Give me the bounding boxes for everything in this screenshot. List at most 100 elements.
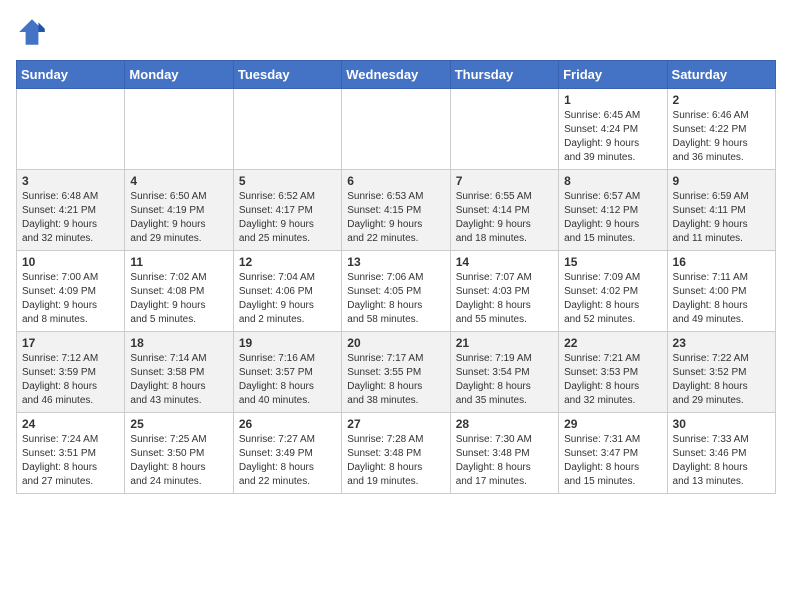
- day-info: Sunrise: 7:27 AM Sunset: 3:49 PM Dayligh…: [239, 433, 336, 489]
- day-number: 24: [22, 417, 119, 431]
- col-header-monday: Monday: [125, 61, 233, 89]
- calendar-cell: [17, 89, 125, 170]
- calendar-cell: 9 Sunrise: 6:59 AM Sunset: 4:11 PM Daylig…: [667, 170, 775, 251]
- calendar-cell: 26 Sunrise: 7:27 AM Sunset: 3:49 PM Dayli…: [233, 413, 341, 494]
- day-info: Sunrise: 6:57 AM Sunset: 4:12 PM Dayligh…: [564, 190, 661, 246]
- calendar-cell: 5Sunrise: 6:52 AM Sunset: 4:17 PM Daylig…: [233, 170, 341, 251]
- day-number: 3: [22, 174, 119, 188]
- day-info: Sunrise: 7:11 AM Sunset: 4:00 PM Dayligh…: [673, 271, 770, 327]
- calendar-cell: 27 Sunrise: 7:28 AM Sunset: 3:48 PM Dayli…: [342, 413, 450, 494]
- calendar-cell: 14 Sunrise: 7:07 AM Sunset: 4:03 PM Dayli…: [450, 251, 558, 332]
- day-number: 5: [239, 174, 336, 188]
- day-info: Sunrise: 7:07 AM Sunset: 4:03 PM Dayligh…: [456, 271, 553, 327]
- col-header-thursday: Thursday: [450, 61, 558, 89]
- day-info: Sunrise: 7:30 AM Sunset: 3:48 PM Dayligh…: [456, 433, 553, 489]
- day-number: 23: [673, 336, 770, 350]
- week-row-3: 17 Sunrise: 7:12 AM Sunset: 3:59 PM Dayli…: [17, 332, 776, 413]
- day-info: Sunrise: 7:19 AM Sunset: 3:54 PM Dayligh…: [456, 352, 553, 408]
- day-number: 11: [130, 255, 227, 269]
- day-info: Sunrise: 6:50 AM Sunset: 4:19 PM Dayligh…: [130, 190, 227, 246]
- day-number: 18: [130, 336, 227, 350]
- day-number: 26: [239, 417, 336, 431]
- day-info: Sunrise: 6:45 AM Sunset: 4:24 PM Dayligh…: [564, 109, 661, 165]
- day-info: Sunrise: 7:17 AM Sunset: 3:55 PM Dayligh…: [347, 352, 444, 408]
- calendar-cell: 17 Sunrise: 7:12 AM Sunset: 3:59 PM Dayli…: [17, 332, 125, 413]
- calendar-cell: 16 Sunrise: 7:11 AM Sunset: 4:00 PM Dayli…: [667, 251, 775, 332]
- calendar-cell: 6 Sunrise: 6:53 AM Sunset: 4:15 PM Daylig…: [342, 170, 450, 251]
- day-info: Sunrise: 7:24 AM Sunset: 3:51 PM Dayligh…: [22, 433, 119, 489]
- calendar-cell: 8 Sunrise: 6:57 AM Sunset: 4:12 PM Daylig…: [559, 170, 667, 251]
- day-info: Sunrise: 7:16 AM Sunset: 3:57 PM Dayligh…: [239, 352, 336, 408]
- day-number: 7: [456, 174, 553, 188]
- calendar-cell: [450, 89, 558, 170]
- calendar-cell: 12 Sunrise: 7:04 AM Sunset: 4:06 PM Dayli…: [233, 251, 341, 332]
- calendar-cell: [342, 89, 450, 170]
- day-number: 27: [347, 417, 444, 431]
- calendar-table: SundayMondayTuesdayWednesdayThursdayFrid…: [16, 60, 776, 494]
- day-number: 19: [239, 336, 336, 350]
- day-info: Sunrise: 7:00 AM Sunset: 4:09 PM Dayligh…: [22, 271, 119, 327]
- week-row-2: 10 Sunrise: 7:00 AM Sunset: 4:09 PM Dayli…: [17, 251, 776, 332]
- day-number: 9: [673, 174, 770, 188]
- day-number: 8: [564, 174, 661, 188]
- day-info: Sunrise: 6:59 AM Sunset: 4:11 PM Dayligh…: [673, 190, 770, 246]
- day-info: Sunrise: 7:21 AM Sunset: 3:53 PM Dayligh…: [564, 352, 661, 408]
- day-number: 14: [456, 255, 553, 269]
- day-info: Sunrise: 7:12 AM Sunset: 3:59 PM Dayligh…: [22, 352, 119, 408]
- day-number: 10: [22, 255, 119, 269]
- day-info: Sunrise: 7:33 AM Sunset: 3:46 PM Dayligh…: [673, 433, 770, 489]
- day-number: 30: [673, 417, 770, 431]
- day-number: 2: [673, 93, 770, 107]
- calendar-cell: 2 Sunrise: 6:46 AM Sunset: 4:22 PM Daylig…: [667, 89, 775, 170]
- day-number: 16: [673, 255, 770, 269]
- day-info: Sunrise: 7:04 AM Sunset: 4:06 PM Dayligh…: [239, 271, 336, 327]
- day-info: Sunrise: 7:25 AM Sunset: 3:50 PM Dayligh…: [130, 433, 227, 489]
- day-info: Sunrise: 7:14 AM Sunset: 3:58 PM Dayligh…: [130, 352, 227, 408]
- day-info: Sunrise: 6:46 AM Sunset: 4:22 PM Dayligh…: [673, 109, 770, 165]
- calendar-cell: 15 Sunrise: 7:09 AM Sunset: 4:02 PM Dayli…: [559, 251, 667, 332]
- calendar-cell: 29Sunrise: 7:31 AM Sunset: 3:47 PM Dayli…: [559, 413, 667, 494]
- col-header-sunday: Sunday: [17, 61, 125, 89]
- calendar-cell: [233, 89, 341, 170]
- calendar-cell: 4 Sunrise: 6:50 AM Sunset: 4:19 PM Daylig…: [125, 170, 233, 251]
- header: [16, 16, 776, 48]
- day-info: Sunrise: 6:55 AM Sunset: 4:14 PM Dayligh…: [456, 190, 553, 246]
- calendar-cell: 1 Sunrise: 6:45 AM Sunset: 4:24 PM Daylig…: [559, 89, 667, 170]
- day-info: Sunrise: 7:28 AM Sunset: 3:48 PM Dayligh…: [347, 433, 444, 489]
- day-info: Sunrise: 6:48 AM Sunset: 4:21 PM Dayligh…: [22, 190, 119, 246]
- day-number: 13: [347, 255, 444, 269]
- day-number: 12: [239, 255, 336, 269]
- day-info: Sunrise: 7:02 AM Sunset: 4:08 PM Dayligh…: [130, 271, 227, 327]
- day-info: Sunrise: 7:06 AM Sunset: 4:05 PM Dayligh…: [347, 271, 444, 327]
- day-number: 1: [564, 93, 661, 107]
- col-header-friday: Friday: [559, 61, 667, 89]
- col-header-tuesday: Tuesday: [233, 61, 341, 89]
- day-number: 17: [22, 336, 119, 350]
- col-header-wednesday: Wednesday: [342, 61, 450, 89]
- day-info: Sunrise: 6:53 AM Sunset: 4:15 PM Dayligh…: [347, 190, 444, 246]
- header-row: SundayMondayTuesdayWednesdayThursdayFrid…: [17, 61, 776, 89]
- logo-icon: [16, 16, 48, 48]
- calendar-cell: 30 Sunrise: 7:33 AM Sunset: 3:46 PM Dayli…: [667, 413, 775, 494]
- week-row-1: 3 Sunrise: 6:48 AM Sunset: 4:21 PM Daylig…: [17, 170, 776, 251]
- day-number: 20: [347, 336, 444, 350]
- day-number: 28: [456, 417, 553, 431]
- calendar-cell: [125, 89, 233, 170]
- day-info: Sunrise: 7:09 AM Sunset: 4:02 PM Dayligh…: [564, 271, 661, 327]
- week-row-4: 24 Sunrise: 7:24 AM Sunset: 3:51 PM Dayli…: [17, 413, 776, 494]
- calendar-cell: 10 Sunrise: 7:00 AM Sunset: 4:09 PM Dayli…: [17, 251, 125, 332]
- calendar-cell: 21Sunrise: 7:19 AM Sunset: 3:54 PM Dayli…: [450, 332, 558, 413]
- day-number: 29: [564, 417, 661, 431]
- calendar-cell: 18 Sunrise: 7:14 AM Sunset: 3:58 PM Dayli…: [125, 332, 233, 413]
- day-number: 4: [130, 174, 227, 188]
- calendar-cell: 22 Sunrise: 7:21 AM Sunset: 3:53 PM Dayli…: [559, 332, 667, 413]
- day-number: 15: [564, 255, 661, 269]
- calendar-cell: 19 Sunrise: 7:16 AM Sunset: 3:57 PM Dayli…: [233, 332, 341, 413]
- day-info: Sunrise: 7:22 AM Sunset: 3:52 PM Dayligh…: [673, 352, 770, 408]
- col-header-saturday: Saturday: [667, 61, 775, 89]
- day-number: 6: [347, 174, 444, 188]
- calendar-cell: 3 Sunrise: 6:48 AM Sunset: 4:21 PM Daylig…: [17, 170, 125, 251]
- calendar-cell: 13 Sunrise: 7:06 AM Sunset: 4:05 PM Dayli…: [342, 251, 450, 332]
- day-number: 22: [564, 336, 661, 350]
- day-number: 25: [130, 417, 227, 431]
